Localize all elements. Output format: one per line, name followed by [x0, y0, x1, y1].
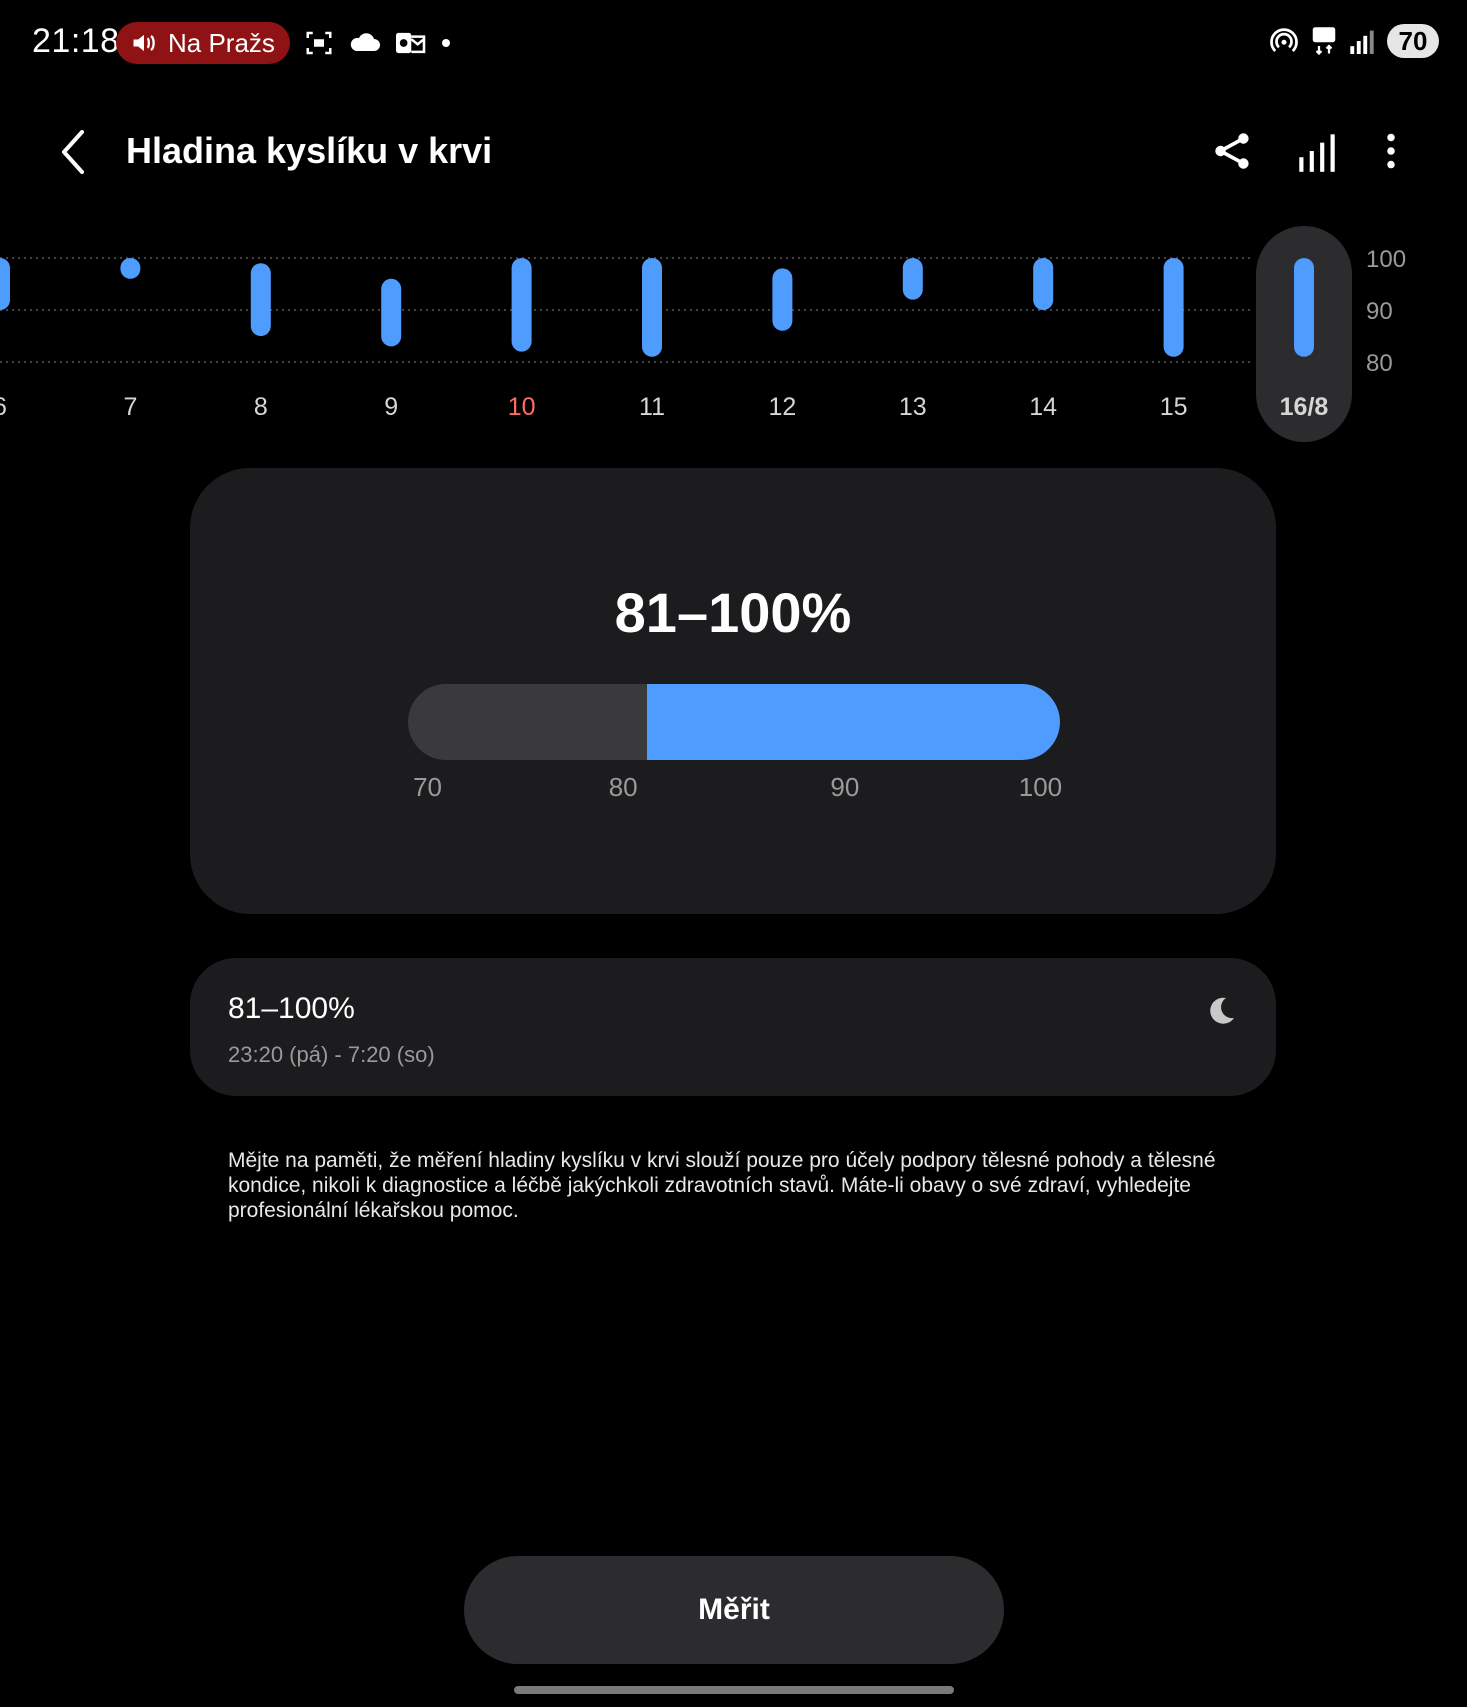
notification-icons	[304, 28, 452, 58]
x-axis-label: 7	[123, 393, 137, 421]
x-axis-label: 8	[254, 393, 268, 421]
status-time: 21:18	[32, 22, 120, 60]
y-tick-label: 80	[1366, 350, 1393, 377]
range-bar-16/8[interactable]	[1294, 258, 1314, 357]
range-bar-15[interactable]	[1163, 258, 1184, 357]
ongoing-call-chip[interactable]: Na Pražsk	[116, 22, 290, 64]
share-icon[interactable]	[1208, 126, 1258, 176]
home-indicator[interactable]	[514, 1686, 954, 1694]
status-bar: 21:18 Na Pražsk 70	[0, 0, 1467, 86]
more-options-icon[interactable]	[1366, 126, 1416, 176]
range-bar-fill	[647, 684, 1060, 760]
summary-range-value: 81–100%	[614, 581, 852, 644]
range-bar-14[interactable]	[1033, 258, 1054, 310]
spo2-range-chart[interactable]: 100 90 80 6 7 8 9 10 11 12 13 14 15 16/8	[0, 224, 1467, 444]
scale-label: 90	[830, 772, 860, 802]
range-bar-6[interactable]	[0, 258, 10, 310]
system-icons: 70	[1269, 24, 1439, 58]
battery-level: 70	[1387, 24, 1439, 58]
x-axis-label: 12	[768, 393, 796, 421]
y-tick-label: 100	[1366, 246, 1406, 273]
range-bar-11[interactable]	[642, 258, 662, 357]
range-bar-7[interactable]	[120, 258, 141, 279]
page-title: Hladina kyslíku v krvi	[126, 130, 493, 171]
hotspot-icon	[1270, 28, 1298, 52]
5g-icon	[1312, 27, 1336, 56]
range-bar-13[interactable]	[902, 258, 923, 300]
signal-icon	[1350, 30, 1374, 54]
y-tick-label: 90	[1366, 298, 1393, 325]
x-axis-label: 16/8	[1280, 393, 1329, 421]
cloud-icon	[350, 33, 380, 51]
x-axis-label: 13	[899, 393, 927, 421]
x-axis-label: 11	[639, 393, 665, 421]
screenshot-icon	[306, 31, 332, 55]
x-axis-label: 9	[384, 393, 398, 421]
outlook-icon	[396, 32, 426, 54]
speaker-icon	[133, 34, 155, 52]
chart-canvas: 100 90 80 6 7 8 9 10 11 12 13 14 15 16/8	[0, 226, 1406, 442]
call-chip-label: Na Pražsk	[168, 27, 276, 58]
app-header: Hladina kyslíku v krvi	[0, 100, 1467, 204]
dot-icon	[442, 39, 450, 47]
range-bar-8[interactable]	[250, 263, 271, 336]
range-bar-10[interactable]	[511, 258, 532, 352]
scale-label: 70	[413, 772, 443, 802]
medical-disclaimer: Mějte na paměti, že měření hladiny kyslí…	[228, 1149, 1216, 1222]
measure-button[interactable]: Měřit	[464, 1556, 1004, 1664]
detail-time-range: 23:20 (pá) - 7:20 (so)	[228, 1042, 435, 1067]
x-axis-label: 14	[1029, 393, 1057, 421]
detail-range-value: 81–100%	[228, 992, 355, 1025]
range-bar-9[interactable]	[381, 278, 402, 347]
x-axis-label: 15	[1160, 393, 1188, 421]
back-arrow-icon[interactable]	[54, 124, 94, 180]
summary-card: 81–100% 70 80 90 100	[190, 468, 1276, 914]
range-bar-track	[408, 684, 1060, 760]
measurement-detail-card[interactable]: 81–100% 23:20 (pá) - 7:20 (so)	[190, 958, 1276, 1096]
x-axis-label: 6	[0, 393, 7, 421]
x-axis-label: 10	[508, 393, 536, 421]
scale-label: 80	[608, 772, 638, 802]
moon-icon	[1210, 997, 1234, 1024]
range-bar-12[interactable]	[772, 268, 793, 331]
scale-label: 100	[1018, 772, 1063, 802]
trends-chart-icon[interactable]	[1292, 126, 1342, 176]
